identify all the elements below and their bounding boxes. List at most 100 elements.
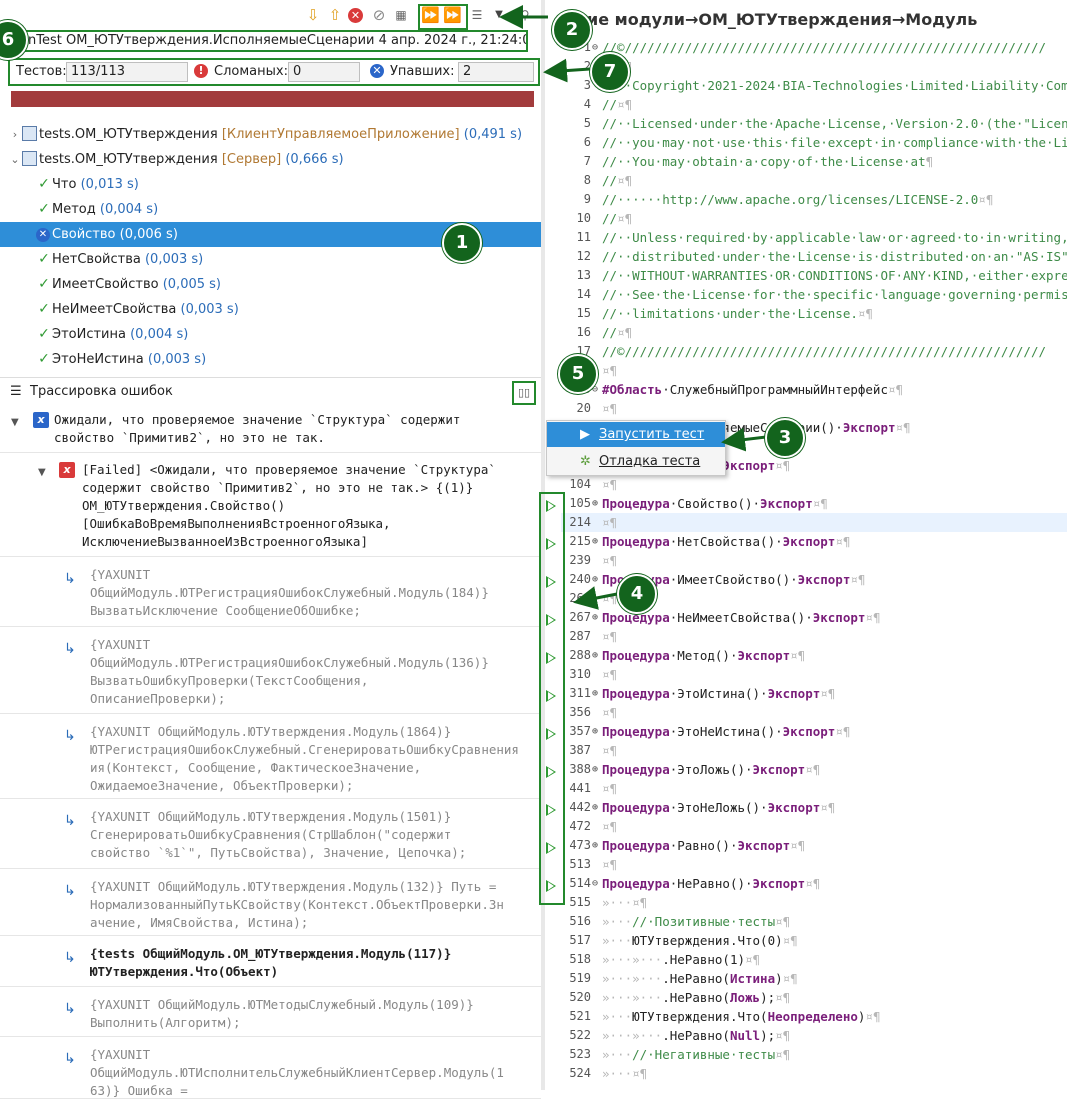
stack-frame[interactable]: ↳ {YAXUNIT ОбщийМодуль.ЮТУтверждения.Моду… [0,870,541,936]
test-case-row[interactable]: ✓ НеИмеетСвойства (0,003 s) [0,297,541,322]
test-suite-row[interactable]: › tests.ОМ_ЮТУтверждения [КлиентУправляем… [0,122,541,147]
menu-item-debug-test[interactable]: ✲ Отладка теста [547,449,725,474]
run-test-marker-icon[interactable] [546,766,556,778]
code-line[interactable]: 13 //··WITHOUT·WARRANTIES·OR·CONDITIONS·O… [561,266,1067,285]
trace-main-message[interactable]: ▼ x Ожидали, что проверяемое значение `Стр… [0,406,541,453]
code-line[interactable]: 516 »···//·Позитивные·тесты¤¶ [561,912,1067,931]
code-line[interactable]: 472 ¤¶ [561,817,1067,836]
code-line[interactable]: 105 ⊕ Процедура·Свойство()·Экспорт¤¶ [561,494,1067,513]
stack-frame[interactable]: ↳ {YAXUNIT ОбщийМодуль.ЮТРегистрацияОшибо… [0,558,541,627]
expand-icon[interactable]: ⊕ [590,532,600,551]
code-line[interactable]: 5 //··Licensed·under·the·Apache·License,·… [561,114,1067,133]
expand-icon[interactable]: ⊕ [590,494,600,513]
arrow-up-icon[interactable]: ⇧ [326,6,344,24]
code-line[interactable]: 8 //¤¶ [561,171,1067,190]
test-case-row[interactable]: ✓ ЭтоНеИстина (0,003 s) [0,347,541,372]
code-line[interactable]: 4 //¤¶ [561,95,1067,114]
expand-icon[interactable]: ⊕ [590,798,600,817]
run-test-marker-icon[interactable] [546,652,556,664]
code-line[interactable]: 515 »···¤¶ [561,893,1067,912]
collapse-icon[interactable]: ▼ [11,414,19,432]
code-line[interactable]: 442 ⊕ Процедура·ЭтоНеЛожь()·Экспорт¤¶ [561,798,1067,817]
expand-icon[interactable]: ⊕ [590,836,600,855]
stack-frame[interactable]: ↳ {YAXUNIT ОбщийМодуль.ЮТУтверждения.Моду… [0,800,541,869]
code-line[interactable]: 513 ¤¶ [561,855,1067,874]
code-line[interactable]: 19⊖#Область·СлужебныйПрограммныйИнтерфей… [561,380,1067,399]
run-test-marker-icon[interactable] [546,842,556,854]
code-line[interactable]: 6 //··you·may·not·use·this·file·except·in… [561,133,1067,152]
expand-icon[interactable]: ⊕ [590,684,600,703]
code-line[interactable]: 520 »···»···.НеРавно(Ложь);¤¶ [561,988,1067,1007]
stack-frame[interactable]: ↳ {YAXUNIT ОбщийМодуль.ЮТУтверждения.Моду… [0,715,541,799]
run-test-marker-icon[interactable] [546,690,556,702]
rerun-icon[interactable]: ⏩ [421,6,440,24]
code-line[interactable]: 287 ¤¶ [561,627,1067,646]
code-line[interactable]: 518 »···»···.НеРавно(1)¤¶ [561,950,1067,969]
code-line[interactable]: 16 //¤¶ [561,323,1067,342]
trace-failed-message[interactable]: ▼ x [Failed] <Ожидали, что проверяемое зна… [0,454,541,557]
code-line[interactable]: 17//©///////////////////////////////////… [561,342,1067,361]
code-line[interactable]: 239 ¤¶ [561,551,1067,570]
code-line[interactable]: 15 //··limitations·under·the·License.¤¶ [561,304,1067,323]
expand-icon[interactable]: ⊕ [590,646,600,665]
stack-frame[interactable]: ↳ {tests ОбщийМодуль.ОМ_ЮТУтверждения.Мод… [0,937,541,987]
code-line[interactable]: 523 »···//·Негативные·тесты¤¶ [561,1045,1067,1064]
history-icon[interactable]: ☰ [468,6,486,24]
run-test-marker-icon[interactable] [546,576,556,588]
code-line[interactable]: 517 »···ЮТУтверждения.Что(0)¤¶ [561,931,1067,950]
code-editor[interactable]: ие модули→ОМ_ЮТУтверждения→Модуль 1 ⊖//©/… [561,0,1067,1090]
expand-icon[interactable]: ⊕ [590,608,600,627]
code-line[interactable]: 473 ⊕ Процедура·Равно()·Экспорт¤¶ [561,836,1067,855]
code-line[interactable]: 9 //······http://www.apache.org/licenses/… [561,190,1067,209]
code-line[interactable]: 7 //··You·may·obtain·a·copy·of·the·Licens… [561,152,1067,171]
run-test-marker-icon[interactable] [546,538,556,550]
run-test-marker-icon[interactable] [546,500,556,512]
code-line[interactable]: 10 //¤¶ [561,209,1067,228]
collapse-icon[interactable]: ▼ [38,464,46,482]
menu-item-run-test[interactable]: ▶ Запустить тест [547,422,725,447]
arrow-down-icon[interactable]: ⇩ [304,6,322,24]
code-line[interactable]: 20 ¤¶ [561,399,1067,418]
run-test-marker-icon[interactable] [546,728,556,740]
code-line[interactable]: 104 ¤¶ [561,475,1067,494]
code-line[interactable]: 2//¤¶ [561,57,1067,76]
code-line[interactable]: 214 ¤¶ [561,513,1067,532]
rerun-failed-icon[interactable]: ⏩ [443,6,462,24]
expand-icon[interactable]: ⊕ [590,570,600,589]
code-line[interactable]: 441 ¤¶ [561,779,1067,798]
code-line[interactable]: 522 »···»···.НеРавно(Null);¤¶ [561,1026,1067,1045]
run-test-marker-icon[interactable] [546,880,556,892]
code-line[interactable]: 387 ¤¶ [561,741,1067,760]
code-line[interactable]: 521 »···ЮТУтверждения.Что(Неопределено)¤¶ [561,1007,1067,1026]
run-test-marker-icon[interactable] [546,804,556,816]
test-case-row[interactable]: ✓ Что (0,013 s) [0,172,541,197]
code-line[interactable]: 3 //··Copyright·2021-2024·BIA-Technologie… [561,76,1067,95]
code-line[interactable]: 215 ⊕ Процедура·НетСвойства()·Экспорт¤¶ [561,532,1067,551]
code-line[interactable]: 12 //··distributed·under·the·License·is·d… [561,247,1067,266]
expand-icon[interactable]: ⊕ [590,760,600,779]
test-case-row[interactable]: ✓ ЭтоИстина (0,004 s) [0,322,541,347]
run-test-marker-icon[interactable] [546,614,556,626]
code-line[interactable]: 310 ¤¶ [561,665,1067,684]
code-line[interactable]: 356 ¤¶ [561,703,1067,722]
stop-icon[interactable]: ✕ [348,8,363,23]
code-line[interactable]: 18¤¶ [561,361,1067,380]
chevron-right-icon[interactable]: › [8,122,22,147]
code-line[interactable]: 514 ⊖ Процедура·НеРавно()·Экспорт¤¶ [561,874,1067,893]
compare-icon[interactable]: ▯▯ [512,381,536,405]
code-line[interactable]: 524 »···¤¶ [561,1064,1067,1083]
chevron-down-icon[interactable]: ⌄ [8,147,22,172]
dropdown-icon[interactable]: ▼ [490,6,508,24]
code-line[interactable]: 1 ⊖//©///////////////////////////////////… [561,38,1067,57]
stack-frame[interactable]: ↳ {YAXUNIT ОбщийМодуль.ЮТРегистрацияОшибо… [0,628,541,714]
code-line[interactable]: 11 //··Unless·required·by·applicable·law·… [561,228,1067,247]
code-line[interactable]: 519 »···»···.НеРавно(Истина)¤¶ [561,969,1067,988]
test-case-row[interactable]: ✓ Метод (0,004 s) [0,197,541,222]
layout-icon[interactable]: ▦ [392,6,410,24]
test-case-row[interactable]: ✓ ИмеетСвойство (0,005 s) [0,272,541,297]
collapse-icon[interactable]: ⊖ [590,874,600,893]
code-line[interactable]: 14 //··See·the·License·for·the·specific·l… [561,285,1067,304]
code-line[interactable]: 288 ⊕ Процедура·Метод()·Экспорт¤¶ [561,646,1067,665]
test-suite-row[interactable]: ⌄ tests.ОМ_ЮТУтверждения [Сервер] (0,666 … [0,147,541,172]
code-line[interactable]: 311 ⊕ Процедура·ЭтоИстина()·Экспорт¤¶ [561,684,1067,703]
